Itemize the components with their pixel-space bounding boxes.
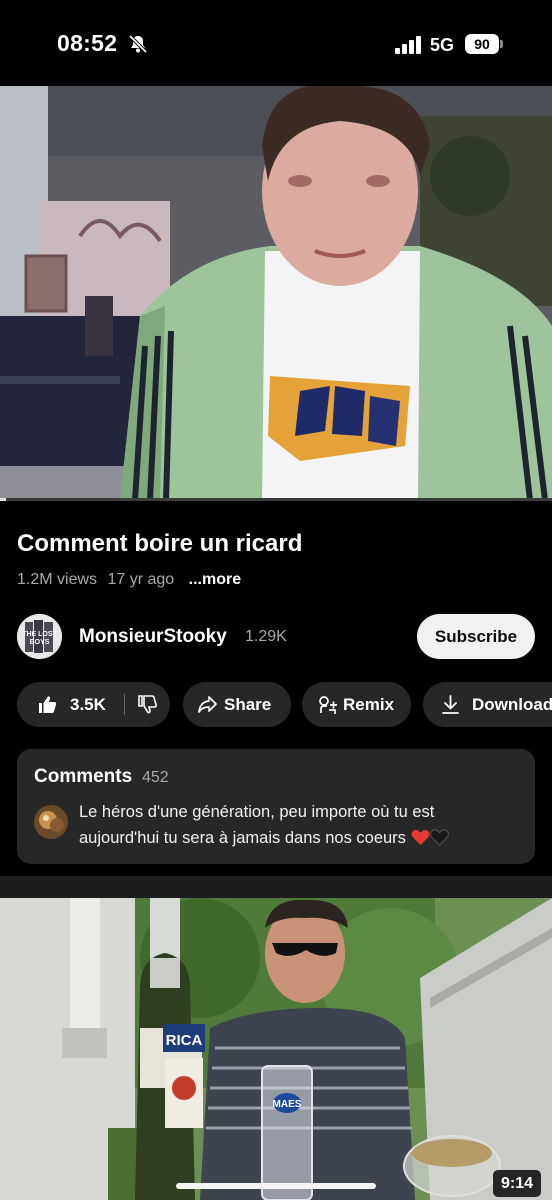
commenter-avatar [34,805,68,839]
commenter-avatar-image [34,805,68,839]
share-icon [198,696,217,713]
comments-title: Comments [34,766,133,787]
channel-row: THE LOST BOYS MonsieurStooky 1.29K Subsc… [17,614,537,660]
bell-slash-icon [128,34,148,54]
share-button[interactable]: Share [183,682,291,727]
battery-icon: 90 [465,34,503,54]
like-divider [124,694,125,715]
next-video-thumbnail[interactable]: RICA MAES [0,898,552,1200]
comments-count: 452 [142,769,169,786]
glass-label: MAES [273,1099,302,1110]
battery-level: 90 [465,34,499,54]
download-label: Download [472,695,552,714]
video-title[interactable]: Comment boire un ricard [17,530,302,558]
video-frame [0,86,552,500]
next-video-image: RICA MAES [0,898,552,1200]
red-heart-icon [411,829,430,846]
status-bar: 08:52 5G 90 [0,0,552,86]
subscriber-count: 1.29K [245,628,287,645]
svg-text:BOYS: BOYS [30,639,50,646]
svg-text:THE LOST: THE LOST [22,631,57,638]
upload-age: 17 yr ago [107,571,175,588]
video-meta[interactable]: 1.2M views 17 yr ago ...more [17,571,247,589]
section-separator [0,876,552,898]
comments-card[interactable]: Comments 452 Le héros d'une génération, … [17,749,535,864]
network-label: 5G [430,35,455,55]
battery-tip [500,40,503,48]
share-label: Share [224,695,272,714]
remix-icon [319,696,337,714]
more-link[interactable]: ...more [189,571,241,588]
video-progress-bar[interactable] [0,498,552,501]
channel-avatar[interactable]: THE LOST BOYS [17,614,62,659]
remix-button[interactable]: Remix [302,682,411,727]
top-comment-text: Le héros d'une génération, peu importe o… [79,803,435,847]
channel-name[interactable]: MonsieurStooky [79,626,227,648]
bottle-label: RICA [166,1032,203,1049]
black-heart-icon [429,829,449,846]
thumbs-down-icon[interactable] [137,694,158,715]
subscribe-button[interactable]: Subscribe [417,614,535,659]
action-row: 3.5K Share Remix Download [17,682,552,728]
video-player[interactable] [0,86,552,500]
view-count: 1.2M views [17,571,98,588]
signal-icon [395,36,421,54]
video-progress-fill [0,498,6,501]
like-dislike-pill: 3.5K [17,682,170,727]
status-time: 08:52 [57,30,118,56]
download-button[interactable]: Download [423,682,552,727]
remix-label: Remix [343,695,395,714]
thumbs-up-icon[interactable] [37,694,58,715]
top-comment: Le héros d'une génération, peu importe o… [79,799,519,851]
download-icon [442,695,459,714]
home-indicator[interactable] [176,1183,376,1189]
like-count[interactable]: 3.5K [70,695,106,715]
duration-badge: 9:14 [493,1170,541,1197]
channel-avatar-image: THE LOST BOYS [17,614,62,659]
